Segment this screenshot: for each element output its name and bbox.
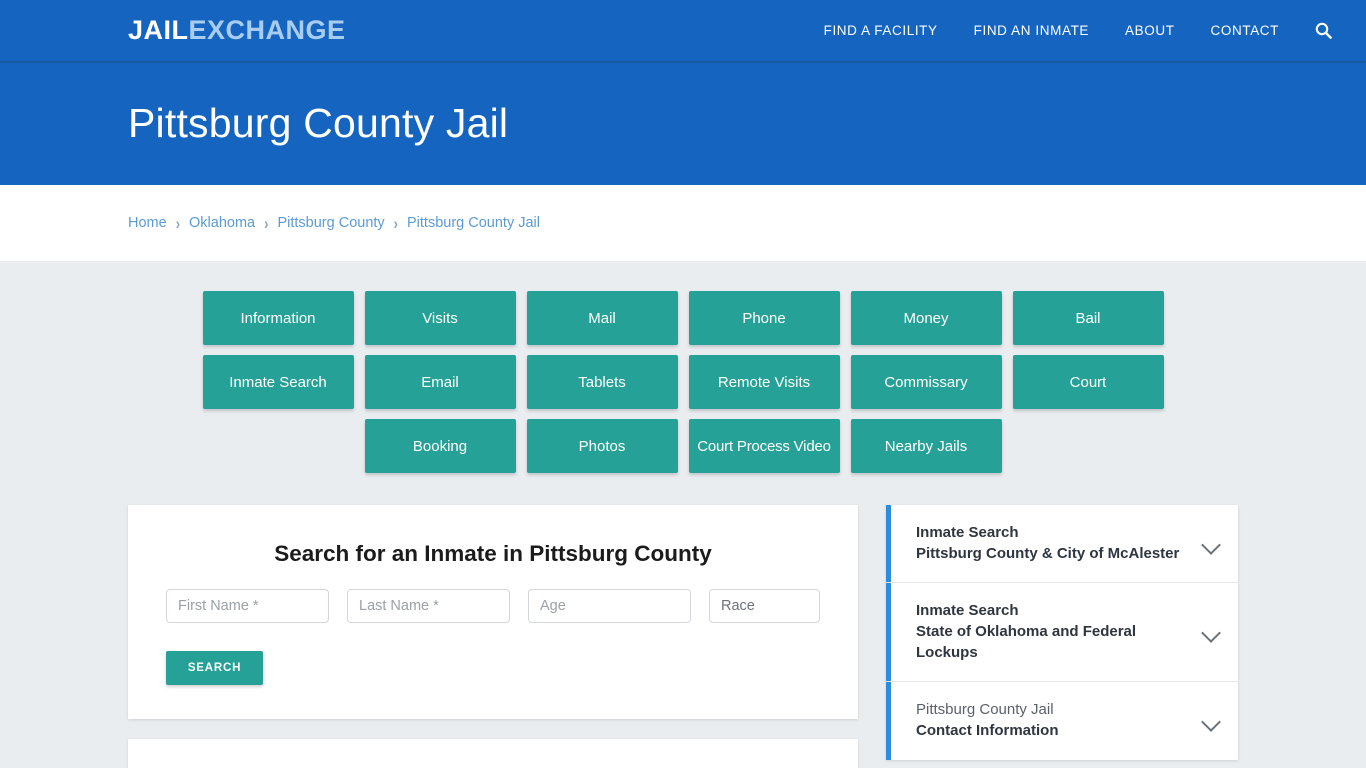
tile-phone[interactable]: Phone [688,291,840,345]
tile-court-process-video[interactable]: Court Process Video [688,419,840,473]
tile-bail[interactable]: Bail [1012,291,1164,345]
tile-booking[interactable]: Booking [364,419,516,473]
nav-item-find-a-facility[interactable]: FIND A FACILITY [806,0,956,62]
chevron-right-icon: › [264,213,269,233]
last-name-input[interactable] [347,589,510,623]
tile-money[interactable]: Money [850,291,1002,345]
breadcrumb-item-pittsburg-county[interactable]: Pittsburg County [277,215,384,231]
chevron-down-icon[interactable] [1202,534,1222,554]
tile-information[interactable]: Information [202,291,354,345]
breadcrumb-item-home[interactable]: Home [128,215,167,231]
site-logo[interactable]: JAILEXCHANGE [128,17,346,44]
tile-court[interactable]: Court [1012,355,1164,409]
tile-commissary[interactable]: Commissary [850,355,1002,409]
accordion-item-line1: Inmate Search [916,524,1019,541]
page-title: Pittsburg County Jail [128,100,509,147]
accordion-item-line2: Pittsburg County & City of McAlester [916,544,1180,562]
jail-information-card: Pittsburg County Jail Information [128,739,858,768]
search-heading: Search for an Inmate in Pittsburg County [274,541,712,566]
accordion-item-line2: Contact Information [916,722,1059,740]
breadcrumb: Home › Oklahoma › Pittsburg County › Pit… [128,213,540,233]
nav-item-find-an-inmate[interactable]: FIND AN INMATE [956,0,1107,62]
search-fields-row: Race [148,589,838,623]
nav-item-about[interactable]: ABOUT [1107,0,1193,62]
accordion-item-text: Inmate Search State of Oklahoma and Fede… [916,601,1188,663]
chevron-right-icon: › [175,213,181,233]
tile-nearby-jails[interactable]: Nearby Jails [850,419,1002,473]
main-column: Search for an Inmate in Pittsburg County… [128,505,858,768]
chevron-right-icon: › [393,213,399,233]
accordion-item-text: Inmate Search Pittsburg County & City of… [916,523,1188,564]
chevron-down-icon[interactable] [1202,711,1222,731]
breadcrumb-item-oklahoma[interactable]: Oklahoma [189,215,255,231]
chevron-down-icon[interactable] [1202,622,1222,642]
site-header: JAILEXCHANGE FIND A FACILITY FIND AN INM… [0,0,1366,63]
tile-remote-visits[interactable]: Remote Visits [688,355,840,409]
tile-visits[interactable]: Visits [364,291,516,345]
age-input[interactable] [528,589,691,623]
search-icon[interactable] [1297,22,1342,39]
accordion-item-inmate-search-county[interactable]: Inmate Search Pittsburg County & City of… [886,505,1238,584]
search-submit-button[interactable]: SEARCH [166,651,263,685]
accordion-item-line2: State of Oklahoma and Federal Lockups [916,623,1137,661]
logo-text-exchange: EXCHANGE [188,15,346,45]
main-navigation: FIND A FACILITY FIND AN INMATE ABOUT CON… [806,0,1342,62]
nav-item-contact[interactable]: CONTACT [1193,0,1297,62]
lower-section: Search for an Inmate in Pittsburg County… [128,505,1238,768]
tile-inmate-search[interactable]: Inmate Search [202,355,354,409]
accordion-item-contact-information[interactable]: Pittsburg County Jail Contact Informatio… [886,682,1238,761]
facility-section-tiles: Information Visits Mail Phone Money Bail… [134,291,1232,473]
main-content: Information Visits Mail Phone Money Bail… [0,261,1366,768]
page-root: JAILEXCHANGE FIND A FACILITY FIND AN INM… [0,0,1366,768]
sidebar-accordion: Inmate Search Pittsburg County & City of… [886,505,1238,761]
sidebar-column: Inmate Search Pittsburg County & City of… [886,505,1238,761]
accordion-item-inmate-search-state[interactable]: Inmate Search State of Oklahoma and Fede… [886,583,1238,683]
tile-tablets[interactable]: Tablets [526,355,678,409]
hero-banner: Pittsburg County Jail [0,63,1366,185]
logo-text-jail: JAIL [128,15,189,45]
tile-mail[interactable]: Mail [526,291,678,345]
accordion-item-text: Pittsburg County Jail Contact Informatio… [916,700,1188,741]
tile-photos[interactable]: Photos [526,419,678,473]
accordion-item-line1: Pittsburg County Jail [916,701,1054,719]
inmate-search-card: Search for an Inmate in Pittsburg County… [128,505,858,719]
race-select[interactable]: Race [709,589,820,623]
accordion-item-line1: Inmate Search [916,602,1019,620]
breadcrumb-band: Home › Oklahoma › Pittsburg County › Pit… [0,185,1366,261]
first-name-input[interactable] [166,589,329,623]
breadcrumb-item-pittsburg-county-jail[interactable]: Pittsburg County Jail [407,215,540,231]
tile-email[interactable]: Email [364,355,516,409]
